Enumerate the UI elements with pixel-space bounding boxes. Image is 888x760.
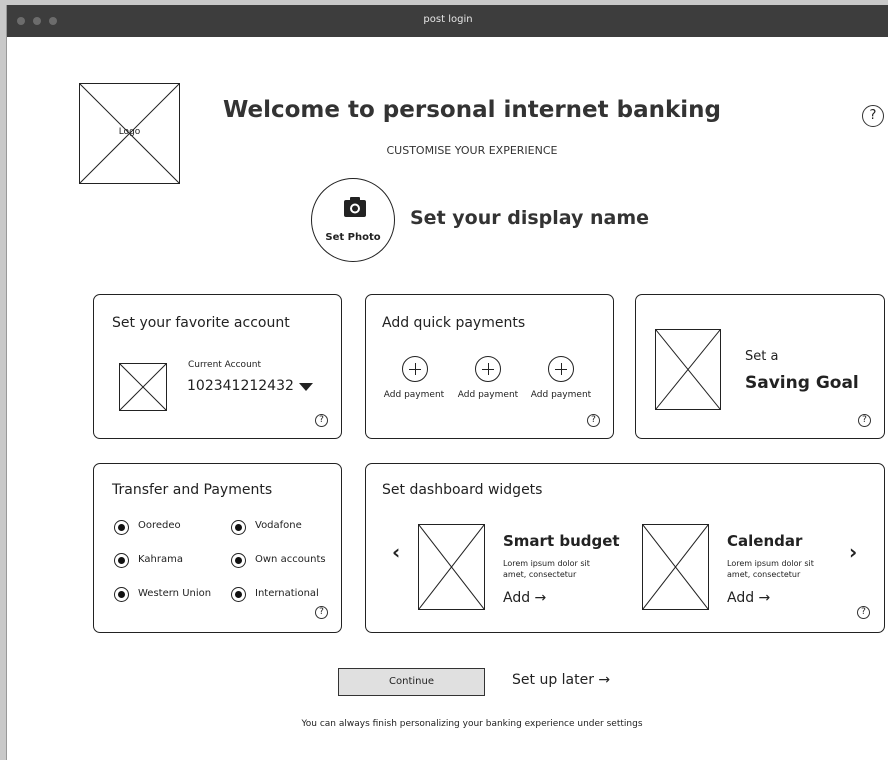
carousel-prev-icon[interactable]: ‹ — [392, 540, 400, 564]
title-bar: post login — [7, 5, 888, 37]
widget-title: Smart budget — [503, 532, 620, 550]
carousel-next-icon[interactable]: › — [849, 540, 857, 564]
widget-add-link[interactable]: Add → — [727, 590, 770, 606]
option-label: Vodafone — [255, 520, 302, 531]
radio-button[interactable] — [231, 587, 246, 602]
saving-goal-image-placeholder — [655, 329, 721, 410]
page-help-icon[interactable]: ? — [862, 105, 884, 127]
account-type-label: Current Account — [188, 360, 262, 370]
setup-later-link[interactable]: Set up later → — [512, 672, 610, 688]
saving-goal-card[interactable]: Set a Saving Goal ? — [635, 294, 885, 439]
favorite-account-title: Set your favorite account — [112, 315, 290, 331]
radio-button[interactable] — [114, 553, 129, 568]
add-payment-icon[interactable] — [402, 356, 428, 382]
widget-image-placeholder — [642, 524, 709, 610]
logo-label: Logo — [118, 127, 141, 137]
quick-payments-card: Add quick payments Add payment Add payme… — [365, 294, 614, 439]
favorite-account-help-icon[interactable]: ? — [315, 414, 328, 427]
option-label: Own accounts — [255, 554, 326, 565]
chevron-down-icon[interactable] — [299, 383, 313, 391]
option-label: Western Union — [138, 588, 212, 599]
radio-button[interactable] — [114, 587, 129, 602]
widget-image-placeholder — [418, 524, 485, 610]
transfers-card: Transfer and Payments Ooredeo Vodafone K… — [93, 463, 342, 633]
set-photo-button[interactable]: Set Photo — [311, 178, 395, 262]
page-title: Welcome to personal internet banking — [222, 97, 722, 123]
window-title: post login — [423, 14, 473, 25]
continue-button[interactable]: Continue — [338, 668, 485, 696]
add-payment-icon[interactable] — [548, 356, 574, 382]
radio-button[interactable] — [231, 553, 246, 568]
option-label: Ooredeo — [138, 520, 181, 531]
option-label: Kahrama — [138, 554, 183, 565]
page-subtitle: CUSTOMISE YOUR EXPERIENCE — [386, 144, 558, 157]
saving-goal-help-icon[interactable]: ? — [858, 414, 871, 427]
widgets-card: Set dashboard widgets ‹ › Smart budget L… — [365, 463, 885, 633]
radio-button[interactable] — [231, 520, 246, 535]
widget-add-link[interactable]: Add → — [503, 590, 546, 606]
saving-goal-line2: Saving Goal — [745, 373, 859, 393]
widget-description: Lorem ipsum dolor sit — [503, 559, 590, 568]
quick-payments-help-icon[interactable]: ? — [587, 414, 600, 427]
logo-placeholder: Logo — [79, 83, 180, 184]
widget-description: amet, consectetur — [727, 570, 801, 579]
browser-window: post login Logo Welcome to personal inte… — [6, 5, 888, 760]
account-number-select[interactable]: 102341212432 — [187, 378, 294, 394]
transfers-title: Transfer and Payments — [112, 482, 273, 498]
add-payment-label[interactable]: Add payment — [455, 390, 521, 400]
footer-note: You can always finish personalizing your… — [301, 719, 643, 729]
quick-payments-title: Add quick payments — [382, 315, 526, 331]
option-label: International — [255, 588, 319, 599]
account-image-placeholder — [119, 363, 167, 411]
camera-icon — [344, 197, 366, 217]
saving-goal-line1: Set a — [745, 349, 779, 364]
widget-title: Calendar — [727, 532, 803, 550]
add-payment-label[interactable]: Add payment — [381, 390, 447, 400]
favorite-account-card: Set your favorite account Current Accoun… — [93, 294, 342, 439]
set-photo-label: Set Photo — [325, 232, 381, 243]
widgets-title: Set dashboard widgets — [382, 482, 543, 498]
add-payment-label[interactable]: Add payment — [528, 390, 594, 400]
widget-description: amet, consectetur — [503, 570, 577, 579]
display-name-field[interactable]: Set your display name — [410, 207, 649, 229]
add-payment-icon[interactable] — [475, 356, 501, 382]
transfers-help-icon[interactable]: ? — [315, 606, 328, 619]
radio-button[interactable] — [114, 520, 129, 535]
widget-description: Lorem ipsum dolor sit — [727, 559, 814, 568]
widgets-help-icon[interactable]: ? — [857, 606, 870, 619]
